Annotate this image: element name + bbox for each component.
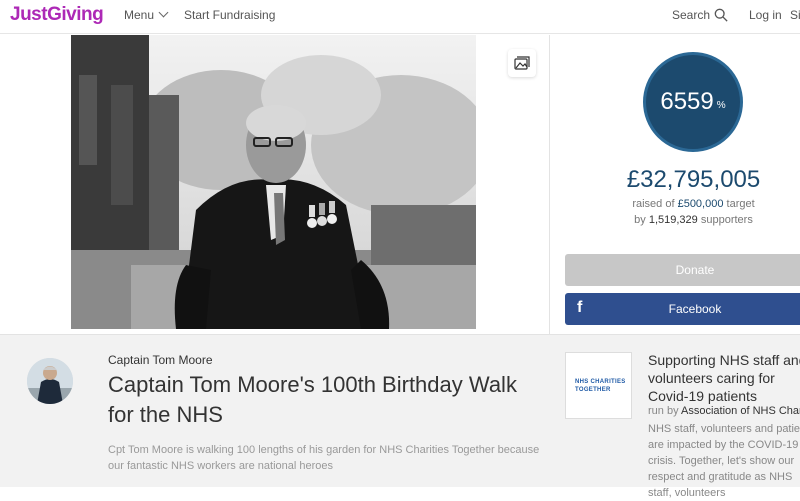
signup-link[interactable]: Sign up: [790, 8, 800, 22]
start-fundraising-link[interactable]: Start Fundraising: [184, 8, 275, 22]
search-icon[interactable]: [714, 8, 728, 22]
avatar-image: [27, 358, 73, 404]
charity-description: NHS staff, volunteers and patients are i…: [648, 423, 800, 499]
menu-button[interactable]: Menu: [124, 7, 169, 22]
image-gallery-button[interactable]: [508, 49, 536, 77]
image-gallery-icon: [514, 56, 530, 70]
target-amount: £500,000: [677, 198, 724, 210]
charity-run-by: run by Association of NHS Charities: [648, 405, 800, 417]
facebook-share-button[interactable]: f Facebook: [565, 293, 800, 325]
supporters-word: supporters: [700, 214, 753, 226]
avatar[interactable]: [27, 358, 73, 404]
facebook-label: Facebook: [668, 302, 722, 316]
page-description: Cpt Tom Moore is walking 100 lengths of …: [108, 444, 540, 472]
menu-label: Menu: [124, 8, 155, 22]
target-word: target: [726, 198, 755, 210]
justgiving-logo[interactable]: JustGiving: [10, 4, 104, 26]
fundraiser-photo[interactable]: [71, 35, 476, 329]
raised-of-text: raised of: [632, 198, 675, 210]
search-link[interactable]: Search: [672, 8, 710, 22]
supporters-line: by 1,519,329 supporters: [550, 214, 800, 226]
run-by-word: run by: [648, 405, 679, 417]
page-title: Captain Tom Moore's 100th Birthday Walk …: [108, 372, 517, 427]
charity-logo-line1: NHS CHARITIES: [575, 378, 626, 385]
amount-raised: £32,795,005: [626, 166, 761, 193]
by-word: by: [634, 214, 646, 226]
charity-logo-line2: TOGETHER: [575, 386, 611, 393]
top-navigation: JustGiving Menu Start Fundraising Search…: [0, 0, 800, 34]
progress-percent: 6559: [660, 88, 714, 115]
charity-name[interactable]: Supporting NHS staff and volunteers cari…: [648, 351, 800, 405]
login-link[interactable]: Log in: [749, 8, 782, 22]
fundraiser-details: Captain Tom Moore Captain Tom Moore's 10…: [0, 334, 800, 499]
donation-sidebar: 6559 % £32,795,005 raised of £500,000 ta…: [550, 35, 800, 334]
fundraiser-owner[interactable]: Captain Tom Moore: [108, 353, 213, 367]
donate-button[interactable]: Donate: [565, 254, 800, 286]
chevron-down-icon: [158, 7, 169, 18]
charity-logo[interactable]: NHS CHARITIES TOGETHER: [565, 352, 632, 419]
progress-circle: 6559 %: [643, 52, 743, 152]
supporters-count: 1,519,329: [648, 214, 698, 226]
fundraiser-photo-image: [71, 35, 476, 329]
progress-percent-symbol: %: [716, 99, 726, 111]
run-by-org[interactable]: Association of NHS Charities: [681, 405, 800, 417]
target-line: raised of £500,000 target: [550, 198, 800, 210]
